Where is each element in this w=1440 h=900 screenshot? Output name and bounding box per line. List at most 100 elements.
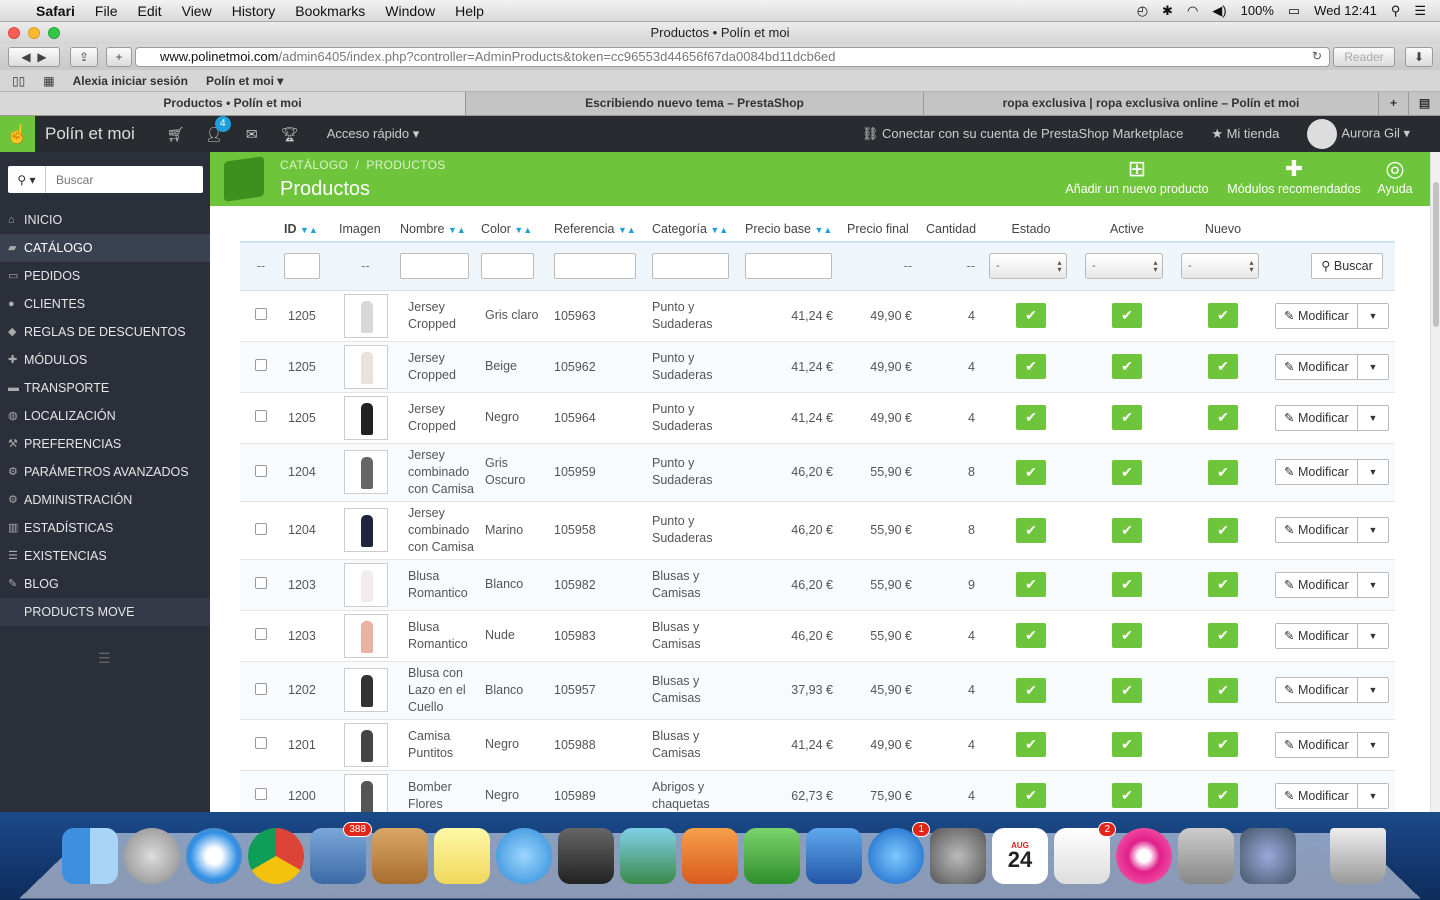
menu-app[interactable]: Safari — [26, 3, 85, 19]
sidebar-item-catalogo[interactable]: ▰ CATÁLOGO — [0, 234, 210, 262]
status-toggle-check-icon[interactable]: ✔ — [1016, 678, 1046, 703]
user-menu[interactable]: Aurora Gil ▾ — [1307, 119, 1410, 149]
back-forward-buttons[interactable]: ◀ ▶ — [8, 47, 60, 67]
edit-button[interactable]: ✎ Modificar — [1276, 784, 1358, 808]
row-select-checkbox[interactable] — [255, 410, 267, 422]
new-tab-button[interactable]: + — [106, 47, 132, 67]
customers-icon[interactable]: 👤︎ 4 — [195, 126, 233, 143]
status-toggle-check-icon[interactable]: ✔ — [1016, 303, 1046, 328]
messages-icon[interactable] — [496, 828, 552, 884]
preview-icon[interactable] — [1240, 828, 1296, 884]
edit-button[interactable]: ✎ Modificar — [1276, 573, 1358, 597]
chrome-icon[interactable] — [248, 828, 304, 884]
active-toggle-check-icon[interactable]: ✔ — [1112, 732, 1142, 757]
numbers-icon[interactable] — [744, 828, 800, 884]
orders-cart-icon[interactable]: 🛒︎ — [157, 126, 195, 143]
cell-name[interactable]: Jersey combinado con Camisa — [394, 443, 479, 501]
tab-overview-button[interactable]: ▤ — [1409, 92, 1440, 115]
column-category[interactable]: Categoría ▼▲ — [646, 216, 739, 242]
collapse-menu-icon[interactable]: ☰ — [98, 650, 111, 667]
contacts-icon[interactable] — [372, 828, 428, 884]
filter-name-input[interactable] — [400, 253, 469, 279]
product-thumbnail[interactable] — [344, 614, 388, 658]
prestashop-logo[interactable]: ☝ — [0, 116, 35, 152]
column-reference[interactable]: Referencia ▼▲ — [548, 216, 646, 242]
cell-image[interactable] — [337, 770, 394, 812]
page-scrollbar[interactable] — [1430, 152, 1440, 812]
product-thumbnail[interactable] — [344, 294, 388, 338]
battery-icon[interactable]: ▭ — [1288, 3, 1300, 19]
filter-status-select[interactable]: - — [989, 253, 1067, 279]
minimize-window-button[interactable] — [28, 27, 40, 39]
menu-help[interactable]: Help — [445, 3, 494, 19]
row-select-checkbox[interactable] — [255, 737, 267, 749]
tab-add-button[interactable]: + — [1379, 92, 1409, 115]
menu-file[interactable]: File — [85, 3, 128, 19]
product-thumbnail[interactable] — [344, 345, 388, 389]
sidebar-item-descuentos[interactable]: ◆ REGLAS DE DESCUENTOS — [0, 318, 210, 346]
new-toggle-check-icon[interactable]: ✔ — [1208, 303, 1238, 328]
edit-button[interactable]: ✎ Modificar — [1276, 733, 1358, 757]
my-shop-link[interactable]: ★ Mi tienda — [1211, 126, 1279, 142]
add-product-button[interactable]: ⊞ Añadir un nuevo producto — [1062, 156, 1212, 196]
new-toggle-check-icon[interactable]: ✔ — [1208, 783, 1238, 808]
row-select-checkbox[interactable] — [255, 683, 267, 695]
filter-new-select[interactable]: - — [1181, 253, 1259, 279]
cell-image[interactable] — [337, 501, 394, 559]
cell-image[interactable] — [337, 610, 394, 661]
product-thumbnail[interactable] — [344, 723, 388, 767]
cell-name[interactable]: Blusa Romantico — [394, 559, 479, 610]
search-scope-button[interactable]: ⚲ ▾ — [8, 166, 46, 193]
edit-dropdown-caret-icon[interactable]: ▼ — [1358, 678, 1388, 702]
menu-edit[interactable]: Edit — [127, 3, 171, 19]
scrollbar-thumb[interactable] — [1433, 182, 1439, 327]
new-toggle-check-icon[interactable]: ✔ — [1208, 732, 1238, 757]
new-toggle-check-icon[interactable]: ✔ — [1208, 518, 1238, 543]
edit-dropdown-caret-icon[interactable]: ▼ — [1358, 304, 1388, 328]
product-thumbnail[interactable] — [344, 396, 388, 440]
recommended-modules-button[interactable]: ✚ Módulos recomendados — [1224, 156, 1364, 196]
edit-button[interactable]: ✎ Modificar — [1276, 406, 1358, 430]
cell-image[interactable] — [337, 290, 394, 341]
row-select-checkbox[interactable] — [255, 308, 267, 320]
cell-image[interactable] — [337, 719, 394, 770]
notification-center-icon[interactable]: ☰ — [1414, 3, 1426, 19]
trophy-icon[interactable]: 🏆︎ — [271, 126, 309, 143]
cell-image[interactable] — [337, 443, 394, 501]
filter-search-button[interactable]: ⚲ Buscar — [1311, 253, 1383, 279]
cell-image[interactable] — [337, 559, 394, 610]
zoom-window-button[interactable] — [48, 27, 60, 39]
sidebar-item-products-move[interactable]: PRODUCTS MOVE — [0, 598, 210, 626]
trash-icon[interactable] — [1330, 828, 1386, 884]
status-toggle-check-icon[interactable]: ✔ — [1016, 518, 1046, 543]
active-toggle-check-icon[interactable]: ✔ — [1112, 783, 1142, 808]
row-select-checkbox[interactable] — [255, 577, 267, 589]
sidebar-item-parametros[interactable]: ⚙ PARÁMETROS AVANZADOS — [0, 458, 210, 486]
wifi-icon[interactable]: ◠ — [1187, 3, 1198, 19]
edit-dropdown-caret-icon[interactable]: ▼ — [1358, 573, 1388, 597]
launchpad-icon[interactable] — [124, 828, 180, 884]
sidebar-item-clientes[interactable]: ● CLIENTES — [0, 290, 210, 318]
edit-button[interactable]: ✎ Modificar — [1276, 518, 1358, 542]
status-toggle-check-icon[interactable]: ✔ — [1016, 405, 1046, 430]
new-toggle-check-icon[interactable]: ✔ — [1208, 678, 1238, 703]
active-toggle-check-icon[interactable]: ✔ — [1112, 518, 1142, 543]
filter-active-select[interactable]: - — [1085, 253, 1163, 279]
volume-icon[interactable]: ◀) — [1212, 3, 1226, 19]
sidebar-item-preferencias[interactable]: ⚒ PREFERENCIAS — [0, 430, 210, 458]
edit-button[interactable]: ✎ Modificar — [1276, 460, 1358, 484]
sort-arrows-icon[interactable]: ▼▲ — [448, 225, 466, 235]
new-toggle-check-icon[interactable]: ✔ — [1208, 460, 1238, 485]
system-preferences-icon[interactable] — [930, 828, 986, 884]
top-sites-icon[interactable]: ▦ — [43, 74, 54, 88]
cell-image[interactable] — [337, 661, 394, 719]
column-color[interactable]: Color ▼▲ — [479, 216, 548, 242]
calculator-icon[interactable] — [1178, 828, 1234, 884]
edit-dropdown-caret-icon[interactable]: ▼ — [1358, 518, 1388, 542]
sort-arrows-icon[interactable]: ▼▲ — [300, 225, 318, 235]
sidebar-item-transporte[interactable]: ▬ TRANSPORTE — [0, 374, 210, 402]
reload-icon[interactable]: ↻ — [1312, 49, 1322, 63]
edit-button[interactable]: ✎ Modificar — [1276, 624, 1358, 648]
cell-image[interactable] — [337, 392, 394, 443]
active-toggle-check-icon[interactable]: ✔ — [1112, 354, 1142, 379]
